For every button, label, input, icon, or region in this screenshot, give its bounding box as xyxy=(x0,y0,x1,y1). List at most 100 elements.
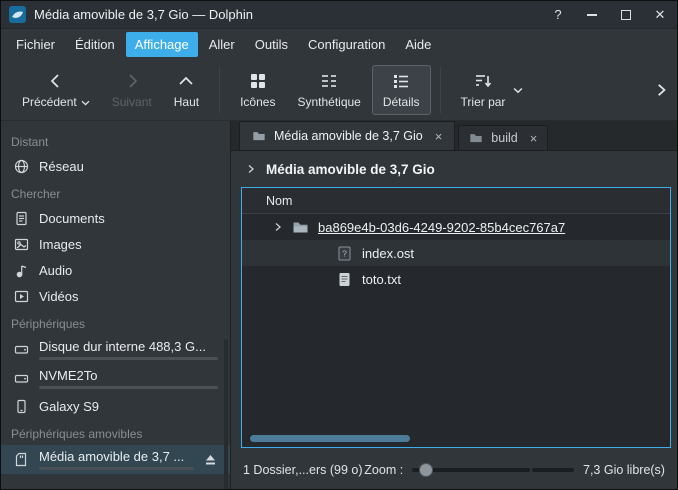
expand-chevron-icon[interactable] xyxy=(272,221,284,233)
text-file-icon xyxy=(336,271,353,288)
minimize-icon xyxy=(587,14,597,16)
network-icon xyxy=(13,158,30,175)
sidebar-scrollbar[interactable] xyxy=(224,339,228,489)
sidebar-item-media-amovible[interactable]: Média amovible de 3,7 ... xyxy=(1,445,230,474)
tab-label: build xyxy=(491,131,517,145)
menu-configuration[interactable]: Configuration xyxy=(299,32,394,57)
details-view-label: Détails xyxy=(383,95,420,109)
up-button[interactable]: Haut xyxy=(163,65,210,115)
file-row-index-ost[interactable]: ? index.ost xyxy=(242,240,670,266)
tab-build[interactable]: build × xyxy=(458,125,548,150)
maximize-button[interactable] xyxy=(613,3,639,27)
window-title: Média amovible de 3,7 Gio — Dolphin xyxy=(34,7,253,22)
section-chercher: Chercher xyxy=(1,179,230,205)
sidebar-item-label: NVME2To xyxy=(39,368,218,383)
file-row-toto-txt[interactable]: toto.txt xyxy=(242,266,670,292)
tab-close-icon[interactable]: × xyxy=(530,131,538,146)
smartphone-icon xyxy=(13,398,30,415)
file-name: index.ost xyxy=(362,246,414,261)
status-bar: 1 Dossier,...ers (99 o) Zoom : 7,3 Gio l… xyxy=(231,451,677,489)
sidebar-item-label: Audio xyxy=(39,263,72,278)
content-area: Distant Réseau Chercher Documents Images… xyxy=(1,121,677,489)
titlebar[interactable]: Média amovible de 3,7 Gio — Dolphin ? ✕ xyxy=(1,1,677,29)
dolphin-app-icon xyxy=(9,6,26,23)
compact-view-button[interactable]: Synthétique xyxy=(286,65,371,115)
file-name: ba869e4b-03d6-4249-9202-85b4cec767a7 xyxy=(318,220,565,235)
chevron-right-icon xyxy=(122,71,142,91)
sidebar-item-label: Documents xyxy=(39,211,105,226)
horizontal-scrollbar[interactable] xyxy=(250,435,662,442)
sidebar-item-disque-dur[interactable]: Disque dur interne 488,3 G... xyxy=(1,335,230,364)
maximize-icon xyxy=(621,10,631,20)
capacity-bar xyxy=(39,357,218,360)
breadcrumb[interactable]: Média amovible de 3,7 Gio xyxy=(231,151,677,187)
menu-fichier[interactable]: Fichier xyxy=(7,32,64,57)
breadcrumb-location[interactable]: Média amovible de 3,7 Gio xyxy=(266,162,435,177)
harddrive-icon xyxy=(13,341,30,358)
chevron-down-icon xyxy=(513,83,523,97)
section-peripheriques: Périphériques xyxy=(1,309,230,335)
back-button[interactable]: Précédent xyxy=(11,65,101,115)
minimize-button[interactable] xyxy=(579,3,605,27)
close-icon: ✕ xyxy=(655,7,666,23)
toolbar: Précédent Suivant Haut Icônes Synthétiqu… xyxy=(1,59,677,121)
sidebar-item-label: Disque dur interne 488,3 G... xyxy=(39,339,218,354)
sidebar-item-documents[interactable]: Documents xyxy=(1,205,230,231)
details-view-icon xyxy=(391,71,411,91)
details-view-button[interactable]: Détails xyxy=(372,65,431,115)
sidebar-item-galaxy-s9[interactable]: Galaxy S9 xyxy=(1,393,230,419)
icons-view-button[interactable]: Icônes xyxy=(229,65,286,115)
document-icon xyxy=(13,210,30,227)
music-note-icon xyxy=(13,262,30,279)
tab-close-icon[interactable]: × xyxy=(435,129,443,144)
sidebar-item-videos[interactable]: Vidéos xyxy=(1,283,230,309)
image-icon xyxy=(13,236,30,253)
tab-bar: Média amovible de 3,7 Gio × build × xyxy=(231,121,677,151)
toolbar-separator xyxy=(219,67,220,113)
dolphin-window: Média amovible de 3,7 Gio — Dolphin ? ✕ … xyxy=(0,0,678,490)
help-button[interactable]: ? xyxy=(545,3,571,27)
zoom-slider-handle[interactable] xyxy=(419,463,433,477)
section-distant: Distant xyxy=(1,127,230,153)
menu-aide[interactable]: Aide xyxy=(396,32,440,57)
zoom-slider[interactable] xyxy=(412,462,530,478)
folder-icon xyxy=(469,131,483,145)
svg-text:?: ? xyxy=(342,248,347,258)
section-peripheriques-amovibles: Périphériques amovibles xyxy=(1,419,230,445)
compact-view-icon xyxy=(319,71,339,91)
chevron-down-icon xyxy=(81,95,90,109)
free-space-bar xyxy=(532,468,574,472)
sidebar-item-nvme2to[interactable]: NVME2To xyxy=(1,364,230,393)
places-panel: Distant Réseau Chercher Documents Images… xyxy=(1,121,231,489)
back-label: Précédent xyxy=(22,95,77,109)
column-header-nom[interactable]: Nom xyxy=(242,188,670,214)
zoom-label: Zoom : xyxy=(364,463,403,477)
sidebar-item-label: Vidéos xyxy=(39,289,79,304)
toolbar-overflow-button[interactable] xyxy=(653,82,669,98)
forward-button[interactable]: Suivant xyxy=(101,65,163,115)
toolbar-separator xyxy=(440,67,441,113)
unknown-file-icon: ? xyxy=(336,245,353,262)
sidebar-item-audio[interactable]: Audio xyxy=(1,257,230,283)
menu-aller[interactable]: Aller xyxy=(200,32,244,57)
sidebar-item-label: Images xyxy=(39,237,82,252)
sidebar-item-label: Galaxy S9 xyxy=(39,399,99,414)
menu-edition[interactable]: Édition xyxy=(66,32,124,57)
sidebar-item-label: Média amovible de 3,7 ... xyxy=(39,449,194,464)
menu-affichage[interactable]: Affichage xyxy=(126,32,198,57)
grid-view-icon xyxy=(248,71,268,91)
eject-button[interactable] xyxy=(203,452,218,467)
sdcard-icon xyxy=(13,451,30,468)
sort-by-button[interactable]: Trier par xyxy=(450,65,535,115)
close-button[interactable]: ✕ xyxy=(647,3,673,27)
compact-view-label: Synthétique xyxy=(297,95,360,109)
chevron-left-icon xyxy=(46,71,66,91)
tab-media-amovible[interactable]: Média amovible de 3,7 Gio × xyxy=(239,121,455,150)
scrollbar-handle[interactable] xyxy=(250,435,410,442)
sidebar-item-reseau[interactable]: Réseau xyxy=(1,153,230,179)
sidebar-item-images[interactable]: Images xyxy=(1,231,230,257)
harddrive-icon xyxy=(13,370,30,387)
file-row-folder[interactable]: ba869e4b-03d6-4249-9202-85b4cec767a7 xyxy=(242,214,670,240)
folder-icon xyxy=(292,219,309,236)
menu-outils[interactable]: Outils xyxy=(246,32,297,57)
